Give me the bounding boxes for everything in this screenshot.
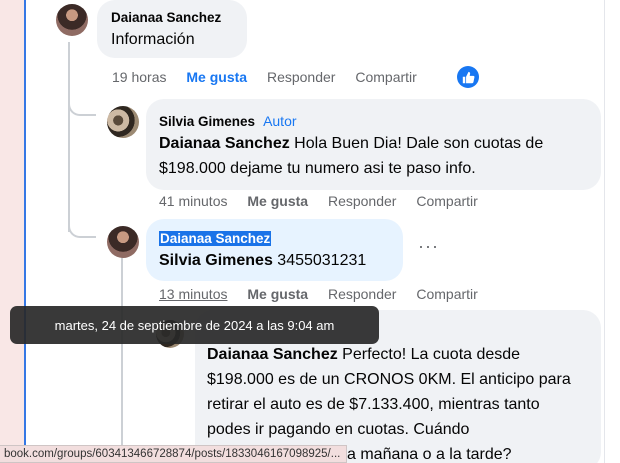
comment-text-tail: a mañana o a la tarde?: [347, 446, 512, 463]
comment-text: Daianaa Sanchez Perfecto! La cuota desde…: [207, 342, 587, 442]
comment-body: 3455031231: [272, 252, 367, 269]
avatar[interactable]: [107, 106, 139, 138]
comment-text: Silvia Gimenes 3455031231: [159, 248, 366, 273]
comment-author[interactable]: Daianaa Sanchez: [111, 10, 221, 25]
comment-bubble: Silvia Gimenes Autor Daianaa Sanchez Hol…: [146, 99, 601, 190]
like-button[interactable]: Me gusta: [186, 69, 247, 85]
share-button[interactable]: Compartir: [416, 193, 477, 209]
thread-line: [121, 254, 123, 463]
left-panel-edge: [0, 0, 24, 463]
reply-button[interactable]: Responder: [267, 69, 336, 85]
scroll-edge: [604, 0, 605, 463]
timestamp-tooltip: martes, 24 de septiembre de 2024 a las 9…: [10, 306, 379, 344]
thread-connector: [68, 222, 96, 238]
like-button[interactable]: Me gusta: [247, 193, 308, 209]
comment-author[interactable]: Daianaa Sanchez: [159, 231, 272, 246]
comment-bubble: Daianaa Sanchez Silvia Gimenes 345503123…: [146, 219, 403, 281]
mention-link[interactable]: Silvia Gimenes: [159, 252, 273, 269]
mention-link[interactable]: Daianaa Sanchez: [159, 135, 290, 152]
avatar[interactable]: [56, 4, 88, 36]
comment-author[interactable]: Silvia Gimenes: [159, 114, 255, 129]
comment-actions: 41 minutos Me gusta Responder Compartir: [159, 193, 494, 209]
focus-bar: [24, 0, 26, 463]
share-button[interactable]: Compartir: [355, 69, 416, 85]
comment-time[interactable]: 19 horas: [112, 69, 166, 85]
reply-button[interactable]: Responder: [328, 286, 397, 302]
thread-connector: [68, 100, 96, 116]
comment-actions: 19 horas Me gusta Responder Compartir: [112, 69, 433, 85]
more-options-icon[interactable]: ···: [418, 236, 439, 257]
comment-text: Información: [111, 31, 195, 48]
comment-time[interactable]: 41 minutos: [159, 193, 227, 209]
comment-time[interactable]: 13 minutos: [159, 286, 227, 302]
comment-actions: 13 minutos Me gusta Responder Compartir: [159, 286, 494, 302]
reply-button[interactable]: Responder: [328, 193, 397, 209]
like-button[interactable]: Me gusta: [247, 286, 308, 302]
thread-line: [68, 42, 70, 232]
avatar[interactable]: [107, 226, 139, 258]
status-bar-url: book.com/groups/603413466728874/posts/18…: [0, 445, 347, 463]
like-thumb-icon: [457, 66, 479, 88]
comment-text: Daianaa Sanchez Hola Buen Dia! Dale son …: [159, 131, 589, 181]
comment-bubble: Daianaa Sanchez Información: [97, 0, 247, 58]
share-button[interactable]: Compartir: [416, 286, 477, 302]
author-badge: Autor: [263, 113, 297, 129]
mention-link[interactable]: Daianaa Sanchez: [207, 346, 338, 363]
